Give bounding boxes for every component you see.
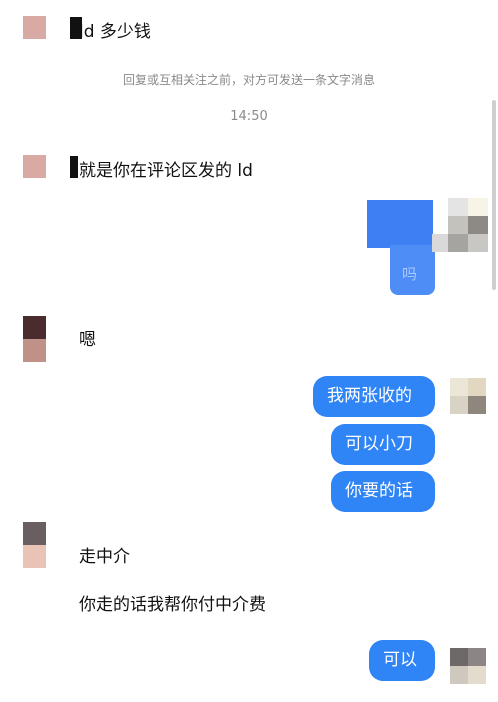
outgoing-message[interactable]: 可以小刀 xyxy=(331,424,435,465)
scrollbar[interactable] xyxy=(492,100,496,290)
contact-avatar[interactable] xyxy=(23,16,46,39)
avatar-tile xyxy=(450,396,468,414)
mosaic-avatar-tile xyxy=(468,216,488,234)
contact-avatar[interactable] xyxy=(23,316,46,362)
avatar-tile xyxy=(468,666,486,684)
mosaic-avatar-tile xyxy=(468,198,488,216)
outgoing-message[interactable]: 你要的话 xyxy=(331,471,435,512)
avatar-tile xyxy=(468,396,486,414)
mosaic-avatar-tile xyxy=(448,234,468,252)
incoming-message: 走中介 xyxy=(79,547,130,567)
avatar-tile xyxy=(468,648,486,666)
avatar-tile xyxy=(450,666,468,684)
mosaic-avatar-tile xyxy=(448,216,468,234)
self-avatar[interactable] xyxy=(450,648,486,684)
incoming-message: 就是你在评论区发的 ld xyxy=(79,161,253,181)
outgoing-message[interactable]: 我两张收的 xyxy=(313,376,435,417)
mosaic-avatar-tile xyxy=(468,234,488,252)
incoming-message: ld 多少钱 xyxy=(79,22,151,42)
contact-avatar[interactable] xyxy=(23,155,46,178)
blurred-image-label: 吗 xyxy=(402,265,418,283)
censor-block xyxy=(70,156,78,178)
blurred-image-message[interactable] xyxy=(367,200,433,248)
outgoing-message[interactable]: 可以 xyxy=(369,640,435,681)
incoming-message: 你走的话我帮你付中介费 xyxy=(79,595,266,615)
mosaic-avatar-tile xyxy=(432,234,448,252)
avatar-tile xyxy=(23,522,46,545)
avatar-tile xyxy=(23,545,46,568)
system-notice: 回复或互相关注之前，对方可发送一条文字消息 xyxy=(122,73,375,87)
avatar-tile xyxy=(450,648,468,666)
avatar-tile xyxy=(450,378,468,396)
mosaic-avatar-tile xyxy=(448,198,468,216)
incoming-message: 嗯 xyxy=(79,330,96,350)
timestamp: 14:50 xyxy=(230,109,268,124)
self-avatar[interactable] xyxy=(450,378,486,414)
avatar-tile xyxy=(468,378,486,396)
avatar-tile xyxy=(23,316,46,339)
avatar-tile xyxy=(23,339,46,362)
contact-avatar[interactable] xyxy=(23,522,46,568)
